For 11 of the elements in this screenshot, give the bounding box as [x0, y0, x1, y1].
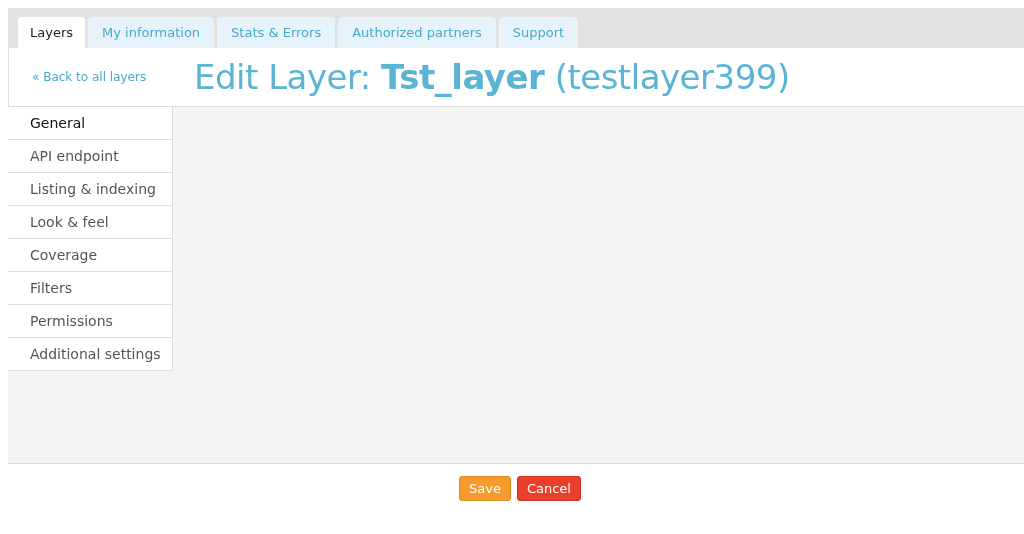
sidebar-item[interactable]: Filters: [8, 272, 173, 305]
page-title: Edit Layer: Tst_layer (testlayer399): [194, 55, 790, 99]
tab[interactable]: Layers: [18, 17, 86, 48]
sidebar-item[interactable]: Coverage: [8, 239, 173, 272]
sidebar-item[interactable]: Listing & indexing: [8, 173, 173, 206]
cancel-button[interactable]: Cancel: [516, 476, 581, 501]
sidebar-item[interactable]: API endpoint: [8, 140, 173, 173]
sidebar-item[interactable]: Additional settings: [8, 338, 173, 371]
sidebar-item[interactable]: Permissions: [8, 305, 173, 338]
sidebar-item[interactable]: General: [8, 107, 173, 140]
sidebar-item[interactable]: Look & feel: [8, 206, 173, 239]
